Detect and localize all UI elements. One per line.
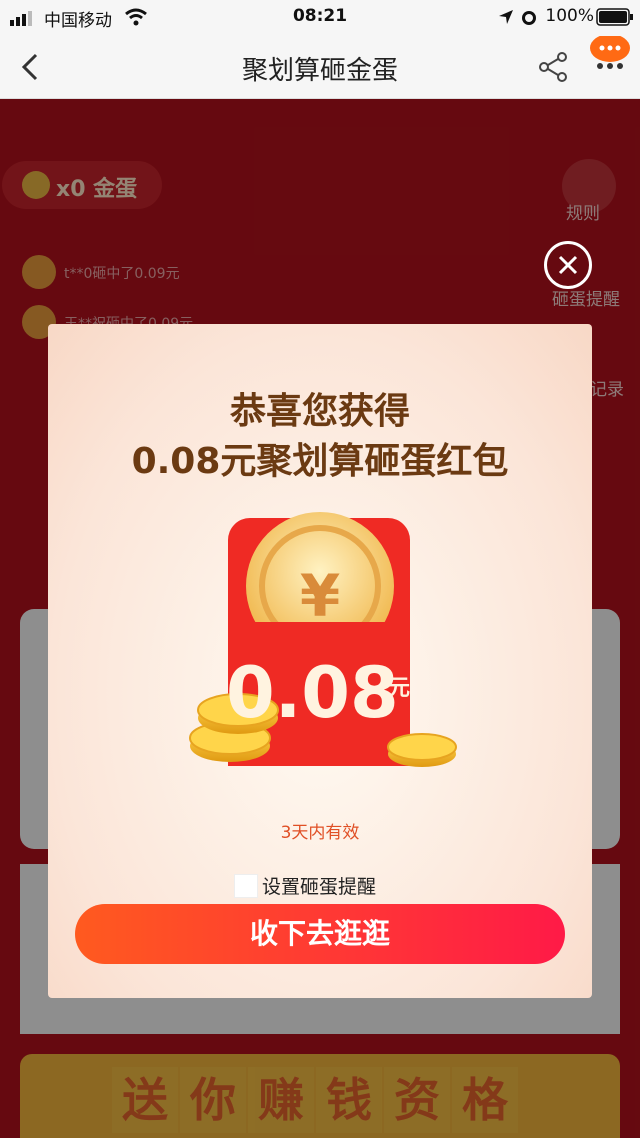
red-envelope-illustration: ¥ xyxy=(189,512,457,767)
validity-text: 3天内有效 xyxy=(280,823,360,843)
reward-modal: 恭喜您获得 0.08元聚划算砸蛋红包 ¥ 0.08 元 3天内有效 设置砸蛋提醒… xyxy=(48,324,592,998)
envelope-unit: 元 xyxy=(388,676,411,701)
reminder-checkbox-label[interactable]: 设置砸蛋提醒 xyxy=(262,872,376,899)
battery-icon xyxy=(596,8,633,26)
modal-title: 恭喜您获得 xyxy=(229,391,410,432)
more-menu-button[interactable] xyxy=(588,36,632,94)
alarm-icon xyxy=(522,11,536,25)
modal-subtitle: 0.08元聚划算砸蛋红包 xyxy=(131,441,509,482)
location-icon xyxy=(499,10,513,24)
reminder-checkbox[interactable] xyxy=(234,874,258,898)
yuan-icon: ¥ xyxy=(300,562,340,630)
status-bar: 中国移动 08:21 100% xyxy=(0,0,640,34)
accept-button[interactable]: 收下去逛逛 xyxy=(75,904,565,964)
envelope-amount: 0.08 xyxy=(226,652,399,734)
navigation-bar: 聚划算砸金蛋 xyxy=(0,34,640,99)
close-icon xyxy=(558,255,578,275)
clock: 08:21 xyxy=(292,6,348,26)
share-icon[interactable] xyxy=(536,50,570,84)
battery-percent: 100% xyxy=(545,6,594,26)
close-button[interactable] xyxy=(544,241,592,289)
